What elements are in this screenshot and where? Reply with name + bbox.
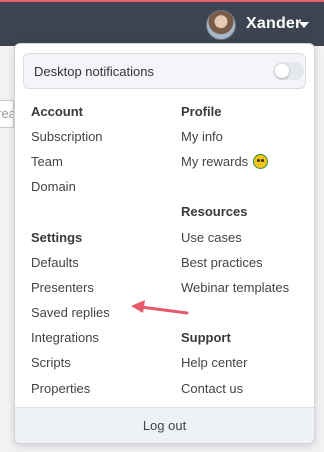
heading-settings: Settings <box>31 230 83 245</box>
top-bar: Xander <box>0 0 324 46</box>
menu-item-properties[interactable]: Properties <box>31 381 90 396</box>
background-partial-text: rea <box>0 106 13 121</box>
logout-button[interactable]: Log out <box>15 407 314 443</box>
menu-item-domain[interactable]: Domain <box>31 179 76 194</box>
menu-item-use-cases[interactable]: Use cases <box>181 230 242 245</box>
menu-item-team[interactable]: Team <box>31 154 63 169</box>
menu-item-subscription[interactable]: Subscription <box>31 129 103 144</box>
menu-item-scripts[interactable]: Scripts <box>31 355 71 370</box>
username-label[interactable]: Xander <box>246 15 301 33</box>
account-dropdown-menu: Desktop notifications Account Subscripti… <box>14 43 315 444</box>
heading-account: Account <box>31 104 83 119</box>
menu-item-presenters[interactable]: Presenters <box>31 280 94 295</box>
desktop-notifications-row[interactable]: Desktop notifications <box>23 53 306 89</box>
logout-label: Log out <box>142 418 187 433</box>
user-avatar[interactable] <box>206 10 236 40</box>
desktop-notifications-toggle[interactable] <box>273 62 304 80</box>
desktop-notifications-label: Desktop notifications <box>34 64 154 79</box>
background-input-edge: rea <box>0 100 14 128</box>
menu-item-best-practices[interactable]: Best practices <box>181 255 263 270</box>
menu-item-defaults[interactable]: Defaults <box>31 255 79 270</box>
caret-down-icon[interactable] <box>299 22 309 28</box>
red-arrow-icon <box>131 300 189 315</box>
menu-item-help-center[interactable]: Help center <box>181 355 247 370</box>
heading-resources: Resources <box>181 204 248 219</box>
menu-item-webinar-templates[interactable]: Webinar templates <box>181 280 289 295</box>
menu-item-saved-replies[interactable]: Saved replies <box>31 305 110 320</box>
menu-item-contact-us[interactable]: Contact us <box>181 381 243 396</box>
toggle-knob <box>275 64 289 78</box>
menu-item-integrations[interactable]: Integrations <box>31 330 99 345</box>
heading-profile: Profile <box>181 104 222 119</box>
menu-item-my-rewards: My rewards <box>181 154 249 169</box>
menu-item-my-info[interactable]: My info <box>181 129 223 144</box>
menu-item-my-rewards-row[interactable]: My rewards <box>181 154 269 169</box>
rewards-badge-icon <box>253 154 269 169</box>
heading-support: Support <box>181 330 231 345</box>
